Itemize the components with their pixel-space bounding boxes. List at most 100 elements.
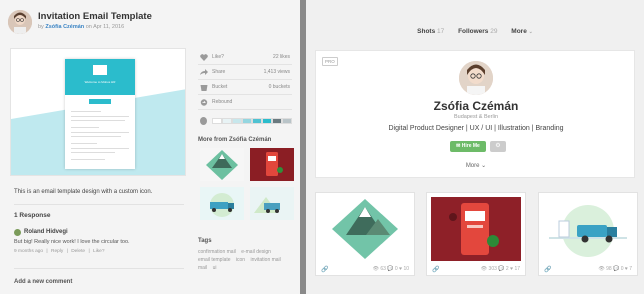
shot-description: This is an email template design with a …: [14, 189, 153, 195]
stat-like[interactable]: Like? 22 likes: [198, 50, 292, 65]
truck-illustration: [543, 197, 633, 261]
stat-share[interactable]: Share 1,413 views: [198, 65, 292, 80]
comment-text: But big! Really nice work! I love the ci…: [14, 239, 130, 245]
author-avatar[interactable]: [8, 10, 32, 34]
email-line: [71, 136, 121, 138]
email-line: [71, 152, 115, 154]
tag-list: confirmation mail e-mail design email te…: [198, 248, 296, 272]
shot-detail-panel: Invitation Email Template by Zsófia Czém…: [0, 0, 300, 294]
responses-heading: 1 Response: [14, 212, 51, 219]
meta-separator: |: [88, 249, 90, 254]
tag-link[interactable]: mail: [198, 265, 207, 271]
stat-label: Like?: [212, 54, 224, 60]
link-icon[interactable]: 🔗: [544, 266, 551, 273]
color-swatch[interactable]: [262, 118, 272, 124]
tab-count: 29: [490, 28, 498, 35]
bucket-icon: [200, 85, 208, 91]
email-line: [71, 148, 129, 150]
by-label: by: [38, 24, 44, 30]
author-link[interactable]: Zsófia Czémán: [45, 24, 84, 30]
color-swatch[interactable]: [242, 118, 252, 124]
meta-separator: |: [46, 249, 48, 254]
stat-bucket[interactable]: Bucket 0 buckets: [198, 80, 292, 95]
color-swatch[interactable]: [232, 118, 242, 124]
tag-link[interactable]: ui: [213, 265, 217, 271]
tags-heading: Tags: [198, 238, 212, 244]
profile-shot-card[interactable]: 🔗 👁 63 💬 0 ♥ 10: [315, 192, 415, 276]
app-screen-illustration: [250, 148, 294, 181]
truck-illustration: [200, 187, 244, 220]
profile-location: Budapest & Berlin: [453, 114, 499, 120]
email-cta: [89, 99, 111, 104]
link-icon[interactable]: 🔗: [432, 266, 439, 273]
profile-shot-card[interactable]: 🔗 👁 98 💬 0 ♥ 7: [538, 192, 638, 276]
pro-badge: PRO: [322, 57, 338, 66]
shot-image[interactable]: Welcome to Mobus HR: [10, 48, 186, 176]
color-swatch[interactable]: [212, 118, 222, 124]
tag-link[interactable]: icon: [236, 257, 245, 263]
comments-count: 2: [505, 266, 509, 272]
tag-link[interactable]: email template: [198, 257, 231, 263]
color-palette: [198, 117, 292, 125]
profile-more-toggle[interactable]: More ⌄: [316, 162, 636, 169]
more-shot-thumbnail[interactable]: [200, 148, 244, 181]
add-comment-heading[interactable]: Add a new comment: [14, 279, 72, 285]
email-preview: Welcome to Mobus HR: [65, 59, 135, 169]
commenter-avatar[interactable]: [14, 229, 21, 236]
profile-card: PRO Zsófia Czémán Budapest & Berlin Digi…: [315, 50, 635, 178]
hire-label: Hire Me: [461, 143, 480, 149]
divider: [14, 204, 184, 205]
shot-thumbnail[interactable]: [431, 197, 521, 261]
meta-separator: |: [66, 249, 68, 254]
likes-count: 10: [403, 266, 409, 272]
profile-shot-card[interactable]: 🔗 👁 303 💬 2 ♥ 17: [426, 192, 526, 276]
hire-me-button[interactable]: ✉ Hire Me: [450, 141, 486, 152]
tag-link[interactable]: e-mail design: [241, 249, 271, 255]
tag-link[interactable]: confirmation mail: [198, 249, 236, 255]
likes-count: 17: [514, 266, 520, 272]
settings-button[interactable]: ⚙: [490, 141, 506, 152]
link-icon[interactable]: 🔗: [321, 266, 328, 273]
tab-label: Followers: [458, 28, 489, 35]
tab-more[interactable]: More ⌄: [511, 28, 533, 35]
profile-avatar[interactable]: [459, 61, 493, 95]
on-label: on: [85, 24, 92, 30]
comment-time: 9 months ago: [14, 249, 44, 254]
stat-rebound[interactable]: Rebound: [198, 95, 292, 110]
email-welcome: Welcome to Mobus HR: [84, 80, 116, 84]
shot-byline: by Zsófia Czémán on Apr 11, 2016: [38, 24, 124, 30]
color-swatch[interactable]: [252, 118, 262, 124]
more-shot-thumbnail[interactable]: [200, 187, 244, 220]
views-count: 303: [488, 266, 497, 272]
chevron-down-icon: ⌄: [481, 163, 487, 169]
tab-label: More: [511, 28, 527, 35]
stat-value: 0 buckets: [268, 84, 290, 90]
divider: [14, 268, 184, 269]
avatar-image: [8, 10, 32, 34]
comments-count: 0: [394, 266, 398, 272]
shot-stats: Like? 22 likes Share 1,413 views Bucket …: [198, 50, 292, 110]
like-comment-link[interactable]: Like?: [93, 249, 104, 254]
chevron-down-icon: ⌄: [528, 29, 533, 35]
more-shot-thumbnail[interactable]: [250, 187, 294, 220]
shot-thumbnail[interactable]: [543, 197, 633, 261]
color-swatch[interactable]: [272, 118, 282, 124]
color-swatch[interactable]: [282, 118, 292, 124]
shot-card-stats: 👁 98 💬 0 ♥ 7: [598, 266, 632, 272]
views-count: 63: [380, 266, 386, 272]
commenter-name[interactable]: Roland Hidvegi: [24, 229, 68, 235]
delete-link[interactable]: Delete: [71, 249, 85, 254]
tag-link[interactable]: invitation mail: [250, 257, 280, 263]
color-swatch[interactable]: [222, 118, 232, 124]
color-drop-icon: [200, 117, 207, 125]
tab-followers[interactable]: Followers 29: [458, 28, 497, 35]
email-line: [71, 111, 101, 113]
comments-count: 0: [620, 266, 624, 272]
email-line: [71, 127, 99, 129]
email-line: [71, 132, 129, 134]
more-shot-thumbnail[interactable]: [250, 148, 294, 181]
shot-card-stats: 👁 63 💬 0 ♥ 10: [372, 266, 409, 272]
tab-shots[interactable]: Shots 17: [417, 28, 444, 35]
shot-thumbnail[interactable]: [320, 197, 410, 261]
reply-link[interactable]: Reply: [51, 249, 63, 254]
